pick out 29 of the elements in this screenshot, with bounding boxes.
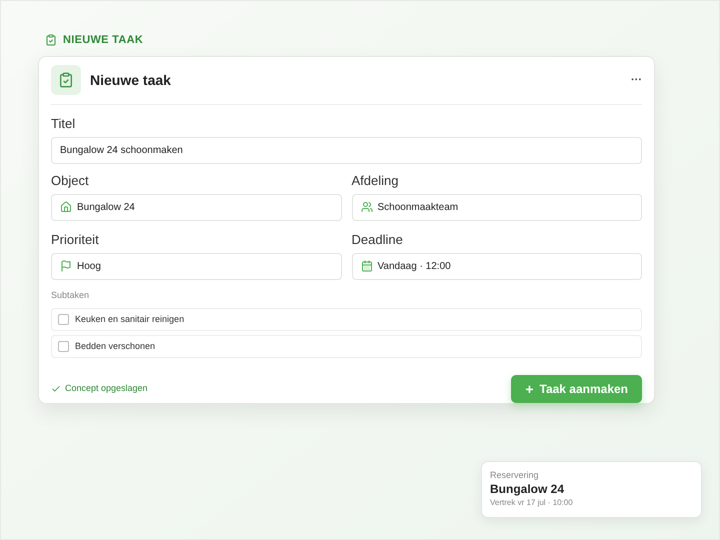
input-field[interactable]: Bungalow 24	[51, 194, 342, 220]
subtasks-label: Subtaken	[51, 288, 90, 302]
reservation-caption: Reservering	[490, 470, 539, 481]
field-label: Deadline	[352, 232, 403, 248]
reservation-title: Bungalow 24	[490, 481, 564, 498]
checkbox[interactable]	[58, 341, 69, 352]
save-status: Concept opgeslagen	[65, 382, 148, 396]
calendar-icon	[360, 260, 372, 272]
subtask-row[interactable]: Keuken en sanitair reinigen	[51, 308, 642, 331]
input-field[interactable]: Schoonmaakteam	[352, 194, 642, 220]
clipboard-check-icon	[58, 72, 74, 88]
field-label: Titel	[51, 116, 76, 132]
reservation-detail: Vertrek vr 17 jul · 10:00	[490, 498, 573, 508]
field-label: Afdeling	[352, 172, 398, 188]
field-label: Prioriteit	[51, 232, 99, 248]
input-field[interactable]: Hoog	[51, 252, 342, 280]
people-icon	[360, 201, 372, 213]
input-field[interactable]: Vandaag · 12:00	[352, 252, 642, 280]
checkbox[interactable]	[58, 314, 69, 325]
section-label: NIEUWE TAAK	[63, 33, 144, 48]
house-icon	[60, 201, 72, 213]
field-label: Object	[51, 172, 89, 188]
check-icon	[51, 384, 61, 394]
input-field[interactable]: Bungalow 24 schoonmaken	[51, 136, 642, 164]
dialog-title: Nieuwe taak	[90, 70, 172, 90]
more-menu-button[interactable]: ···	[631, 74, 642, 86]
flag-icon	[60, 260, 72, 272]
clipboard-check-icon	[45, 34, 57, 46]
subtask-row[interactable]: Bedden verschonen	[51, 335, 642, 358]
